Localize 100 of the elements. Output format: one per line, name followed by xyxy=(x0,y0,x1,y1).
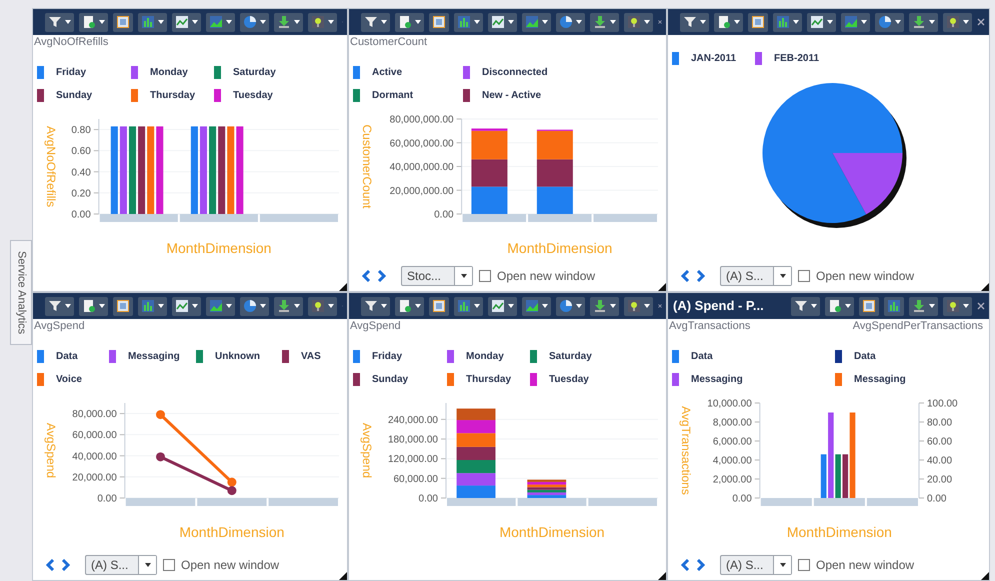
toolbar-button[interactable] xyxy=(45,296,74,316)
toolbar-button[interactable] xyxy=(113,296,133,316)
caret-icon xyxy=(845,304,851,308)
checkbox-label[interactable]: Open new window xyxy=(816,556,914,574)
chevron-right-icon[interactable] xyxy=(377,270,387,282)
download-icon xyxy=(912,15,926,29)
resize-handle[interactable] xyxy=(339,572,347,580)
toolbar-button[interactable] xyxy=(773,12,802,32)
checkbox[interactable] xyxy=(479,270,491,282)
toolbar-button[interactable] xyxy=(590,12,619,32)
point xyxy=(156,410,165,420)
checkbox-label[interactable]: Open new window xyxy=(497,267,596,285)
toolbar-button[interactable] xyxy=(113,12,133,32)
category-band xyxy=(866,498,918,506)
side-tab[interactable]: Service Analytics xyxy=(10,240,32,345)
bar xyxy=(456,408,496,420)
toolbar-button[interactable] xyxy=(395,296,424,316)
toolbar-button[interactable] xyxy=(714,12,743,32)
axis-tick-label: 0.80 xyxy=(71,125,91,136)
checkbox-label[interactable]: Open new window xyxy=(816,267,914,285)
toolbar-button[interactable] xyxy=(361,12,390,32)
dropdown[interactable]: (A) S... xyxy=(85,555,157,575)
toolbar-button[interactable] xyxy=(308,12,337,32)
line-chart-icon xyxy=(491,299,505,313)
line-chart-icon xyxy=(175,15,189,29)
chevron-right-icon[interactable] xyxy=(696,559,706,571)
document-icon xyxy=(398,299,412,313)
toolbar-button[interactable] xyxy=(206,296,235,316)
axis-tick-label: 240,000.00 xyxy=(388,414,438,426)
toolbar-button[interactable] xyxy=(488,12,517,32)
toolbar-button[interactable] xyxy=(454,296,483,316)
dropdown[interactable]: Stoc... xyxy=(401,266,473,286)
chevron-left-icon[interactable] xyxy=(361,270,371,282)
checkbox[interactable] xyxy=(798,559,810,571)
chevron-right-icon[interactable] xyxy=(696,270,706,282)
toolbar-button[interactable] xyxy=(943,296,972,316)
toolbar-button[interactable] xyxy=(522,12,551,32)
toolbar-button[interactable] xyxy=(274,296,303,316)
toolbar-button[interactable] xyxy=(556,296,585,316)
toolbar-button[interactable] xyxy=(859,296,879,316)
toolbar-button[interactable] xyxy=(488,296,517,316)
toolbar-button[interactable] xyxy=(791,296,820,316)
toolbar-button[interactable] xyxy=(206,12,235,32)
toolbar-button[interactable] xyxy=(138,296,167,316)
toolbar-button[interactable] xyxy=(308,296,337,316)
resize-handle[interactable] xyxy=(981,572,989,580)
toolbar-button[interactable] xyxy=(875,12,904,32)
document-icon xyxy=(398,15,412,29)
axis-tick-label: 0.40 xyxy=(71,167,91,178)
checkbox[interactable] xyxy=(163,559,175,571)
toolbar-button[interactable] xyxy=(748,12,768,32)
point xyxy=(227,478,236,487)
chevron-left-icon[interactable] xyxy=(680,270,690,282)
toolbar-button[interactable] xyxy=(825,296,854,316)
bulb-icon xyxy=(946,299,960,313)
toolbar-button[interactable] xyxy=(45,12,74,32)
toolbar-button[interactable] xyxy=(79,12,108,32)
toolbar-button[interactable] xyxy=(240,296,269,316)
dropdown[interactable]: (A) S... xyxy=(720,266,792,286)
toolbar-button[interactable] xyxy=(361,296,390,316)
caret-icon xyxy=(542,304,548,308)
toolbar-button[interactable] xyxy=(909,12,938,32)
chevron-left-icon[interactable] xyxy=(680,559,690,571)
toolbar-button[interactable] xyxy=(79,296,108,316)
resize-handle[interactable] xyxy=(658,572,666,580)
checkbox-label[interactable]: Open new window xyxy=(181,556,280,574)
toolbar-button[interactable] xyxy=(807,12,836,32)
toolbar-button[interactable] xyxy=(429,296,449,316)
chevron-right-icon[interactable] xyxy=(61,559,71,571)
toolbar-button[interactable] xyxy=(680,12,709,32)
legend-label: Active xyxy=(372,66,402,80)
toolbar-button[interactable] xyxy=(395,12,424,32)
toolbar-button[interactable] xyxy=(172,296,201,316)
toolbar-button[interactable] xyxy=(841,12,870,32)
toolbar-button[interactable] xyxy=(909,296,938,316)
filter-icon xyxy=(683,15,697,29)
chart-title: AvgSpendPerTransactions xyxy=(852,319,983,333)
bar xyxy=(456,446,496,460)
bar-chart-icon xyxy=(776,15,790,29)
toolbar-button[interactable] xyxy=(556,12,585,32)
toolbar-button[interactable] xyxy=(454,12,483,32)
toolbar-button[interactable] xyxy=(624,296,653,316)
toolbar-button[interactable] xyxy=(138,12,167,32)
toolbar-button[interactable] xyxy=(884,296,904,316)
toolbar-button[interactable] xyxy=(240,12,269,32)
chevron-left-icon[interactable] xyxy=(45,559,55,571)
toolbar-button[interactable] xyxy=(522,296,551,316)
caret-icon xyxy=(780,563,786,567)
checkbox[interactable] xyxy=(798,270,810,282)
toolbar-button[interactable] xyxy=(274,12,303,32)
filter-icon xyxy=(364,15,378,29)
toolbar-button[interactable] xyxy=(429,12,449,32)
toolbar-button[interactable] xyxy=(172,12,201,32)
dropdown[interactable]: (A) S... xyxy=(720,555,792,575)
axis-tick-label: 80,000.00 xyxy=(72,409,117,420)
toolbar-button[interactable] xyxy=(624,12,653,32)
toolbar-button[interactable] xyxy=(943,12,972,32)
toolbar-button[interactable] xyxy=(590,296,619,316)
axis-tick-label: 6,000.00 xyxy=(712,436,752,448)
caret-icon xyxy=(226,304,232,308)
